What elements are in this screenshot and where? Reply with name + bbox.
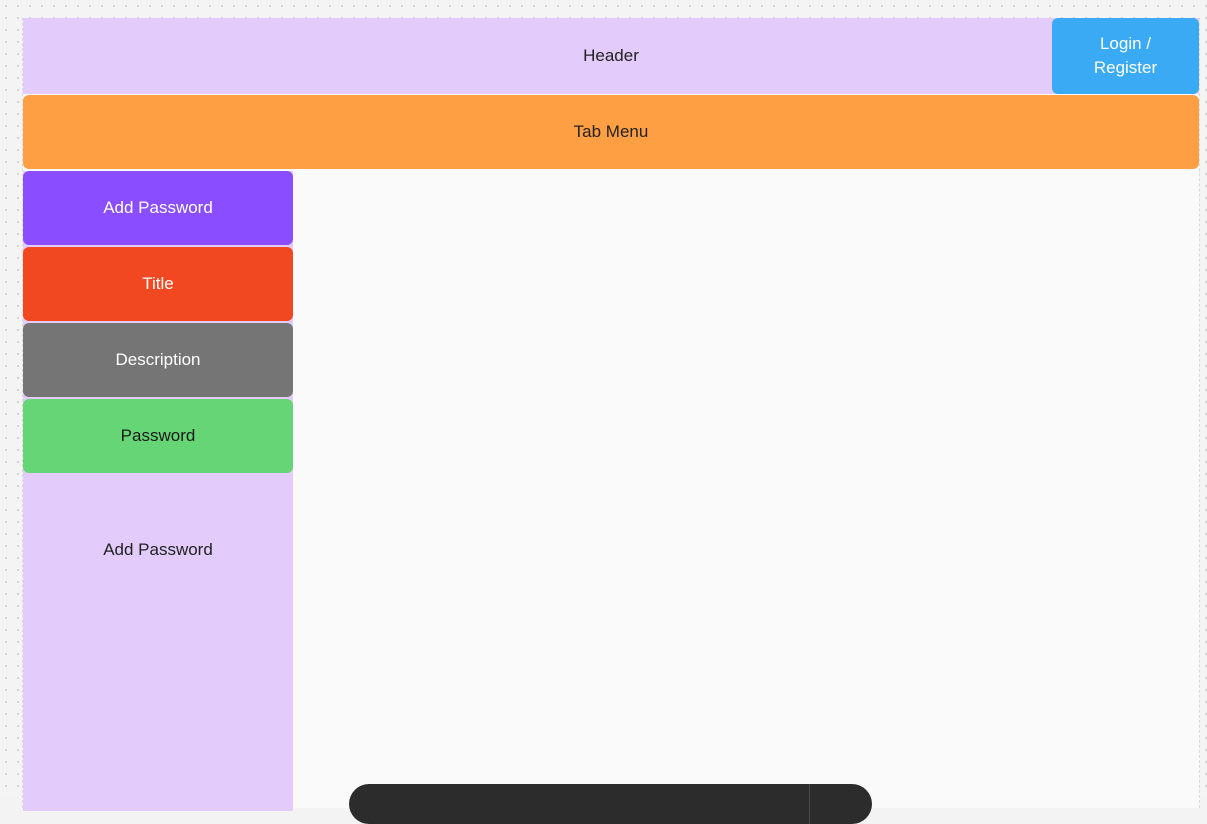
- sidebar-add-password-label: Add Password: [103, 540, 213, 559]
- add-password-label: Add Password: [103, 198, 213, 217]
- password-field[interactable]: Password: [23, 399, 293, 473]
- header-title: Header: [583, 46, 639, 65]
- tab-menu[interactable]: Tab Menu: [23, 95, 1199, 169]
- description-field[interactable]: Description: [23, 323, 293, 397]
- header-bar: Header: [23, 18, 1199, 94]
- title-label: Title: [142, 274, 174, 293]
- description-label: Description: [115, 350, 201, 369]
- design-canvas: Header Login / Register Tab Menu Add Pas…: [0, 0, 1207, 824]
- title-field[interactable]: Title: [23, 247, 293, 321]
- login-register-label: Login / Register: [1093, 34, 1158, 77]
- add-password-button[interactable]: Add Password: [23, 171, 293, 245]
- password-label: Password: [120, 426, 196, 445]
- toolbar-divider: [809, 784, 810, 824]
- sidebar-add-password[interactable]: Add Password: [23, 475, 293, 625]
- bottom-toolbar[interactable]: [349, 784, 872, 824]
- wireframe-frame: Header Login / Register Tab Menu Add Pas…: [22, 18, 1200, 811]
- login-register-button[interactable]: Login / Register: [1052, 18, 1199, 94]
- tab-menu-label: Tab Menu: [573, 122, 649, 141]
